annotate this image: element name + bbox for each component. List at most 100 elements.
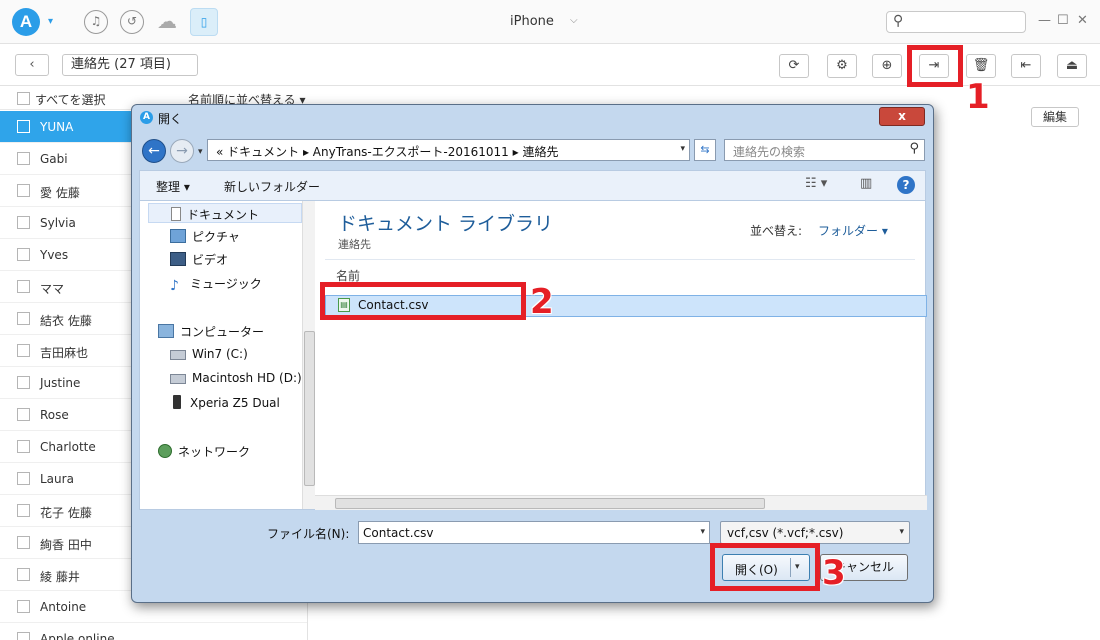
contact-checkbox[interactable]: [17, 344, 30, 357]
settings-button[interactable]: ⚙: [827, 54, 857, 78]
folder-search-input[interactable]: 連絡先の検索 ⚲: [724, 139, 925, 161]
contact-name: 愛 佐藤: [40, 186, 80, 200]
contact-name: ママ: [40, 282, 65, 296]
file-list-scroll-thumb[interactable]: [335, 498, 765, 509]
filetype-dropdown-icon: ▾: [899, 527, 904, 537]
nav-item-documents[interactable]: ドキュメント: [148, 203, 302, 223]
column-divider: [325, 259, 915, 260]
nav-item-computer[interactable]: コンピューター: [158, 323, 264, 340]
nav-item-macintosh-drive[interactable]: Macintosh HD (D:): [170, 371, 302, 385]
back-button[interactable]: ‹: [15, 54, 49, 76]
contact-checkbox[interactable]: [17, 440, 30, 453]
cloud-icon[interactable]: ☁: [155, 10, 179, 34]
contact-checkbox[interactable]: [17, 184, 30, 197]
nav-item-xperia[interactable]: Xperia Z5 Dual: [170, 395, 280, 410]
phone-icon[interactable]: ▯: [190, 8, 218, 36]
contact-checkbox[interactable]: [17, 632, 30, 640]
contact-checkbox[interactable]: [17, 376, 30, 389]
nav-back-button[interactable]: ←: [142, 139, 166, 163]
export-to-device-button[interactable]: ⇤: [1011, 54, 1041, 78]
contact-checkbox[interactable]: [17, 152, 30, 165]
refresh-button[interactable]: ⟳: [779, 54, 809, 78]
contact-checkbox[interactable]: [17, 600, 30, 613]
dialog-command-bar: 整理 ▾ 新しいフォルダー ☷ ▾ ▥ ?: [139, 170, 926, 200]
contact-name: Antoine: [40, 600, 87, 614]
minimize-icon[interactable]: —: [1038, 13, 1051, 28]
nav-pane-scroll-thumb[interactable]: [304, 331, 315, 486]
contact-checkbox[interactable]: [17, 280, 30, 293]
nav-pane-scrollbar[interactable]: [302, 201, 315, 509]
contact-name: Charlotte: [40, 440, 96, 454]
history-icon[interactable]: ↺: [120, 10, 144, 34]
contact-checkbox[interactable]: [17, 120, 30, 133]
nav-item-pictures[interactable]: ピクチャ: [170, 228, 240, 245]
picture-icon: [170, 229, 186, 243]
new-folder-button[interactable]: 新しいフォルダー: [224, 178, 320, 195]
filename-value: Contact.csv: [363, 526, 434, 540]
contact-checkbox[interactable]: [17, 472, 30, 485]
organize-button[interactable]: 整理 ▾: [156, 178, 190, 195]
step-number-3: 3: [822, 553, 846, 593]
app-top-bar: A ▾ ♫ ↺ ☁ ▯ iPhone ⌵ ⚲ — ☐ ✕: [0, 0, 1100, 44]
search-input[interactable]: ⚲: [886, 11, 1026, 33]
contact-checkbox[interactable]: [17, 408, 30, 421]
arrange-by-label: 並べ替え:: [750, 224, 803, 238]
close-icon[interactable]: ✕: [1077, 13, 1088, 28]
arrange-by-dropdown[interactable]: フォルダー ▾: [818, 222, 888, 239]
contact-checkbox[interactable]: [17, 216, 30, 229]
contact-name: 吉田麻也: [40, 346, 89, 360]
filename-input[interactable]: Contact.csv ▾: [358, 521, 710, 544]
contact-checkbox[interactable]: [17, 312, 30, 325]
device-title[interactable]: iPhone: [510, 14, 554, 29]
device-chevron-icon[interactable]: ⌵: [570, 15, 578, 26]
add-button[interactable]: ⊕: [872, 54, 902, 78]
help-icon[interactable]: ?: [897, 176, 915, 194]
address-refresh-button[interactable]: ⇆: [694, 139, 716, 161]
nav-label: ピクチャ: [192, 230, 240, 244]
anytrans-logo-icon[interactable]: A: [12, 8, 40, 36]
delete-button[interactable]: 🗑: [966, 54, 996, 78]
highlight-box-step2: [320, 282, 526, 320]
filename-label: ファイル名(N):: [267, 527, 350, 541]
preview-pane-icon[interactable]: ▥: [860, 176, 872, 191]
maximize-icon[interactable]: ☐: [1057, 13, 1069, 28]
search-icon: ⚲: [893, 13, 904, 29]
nav-history-dropdown[interactable]: ▾: [198, 147, 203, 157]
phone-icon: [173, 395, 181, 409]
nav-label: コンピューター: [180, 325, 265, 339]
nav-label: Win7 (C:): [192, 347, 248, 361]
category-select[interactable]: 連絡先 (27 項目): [62, 54, 198, 76]
contact-checkbox[interactable]: [17, 504, 30, 517]
nav-item-network[interactable]: ネットワーク: [158, 443, 250, 460]
edit-button[interactable]: 編集: [1031, 107, 1079, 127]
library-title: ドキュメント ライブラリ: [338, 213, 554, 235]
nav-item-music[interactable]: ♪ ミュージック: [170, 275, 262, 294]
filetype-select[interactable]: vcf,csv (*.vcf;*.csv) ▾: [720, 521, 910, 544]
nav-item-win7-drive[interactable]: Win7 (C:): [170, 347, 248, 361]
nav-label: ビデオ: [192, 253, 229, 267]
address-bar[interactable]: « ドキュメント ▸ AnyTrans-エクスポート-20161011 ▸ 連絡…: [207, 139, 690, 161]
music-icon[interactable]: ♫: [84, 10, 108, 34]
nav-label: ミュージック: [190, 277, 262, 291]
contact-row[interactable]: Apple online: [0, 623, 307, 640]
address-dropdown-icon[interactable]: ▾: [680, 144, 685, 154]
dialog-body: ドキュメント ピクチャ ビデオ ♪ ミュージック コンピューター Win7 (C:…: [139, 200, 927, 510]
contact-checkbox[interactable]: [17, 568, 30, 581]
nav-item-videos[interactable]: ビデオ: [170, 251, 228, 268]
contact-checkbox[interactable]: [17, 536, 30, 549]
filename-dropdown-icon[interactable]: ▾: [700, 527, 705, 537]
file-list-scrollbar[interactable]: [315, 495, 927, 510]
search-icon: ⚲: [909, 141, 919, 156]
contact-name: Yves: [40, 248, 69, 262]
view-options-icon[interactable]: ☷ ▾: [805, 176, 827, 191]
nav-label: Macintosh HD (D:): [192, 371, 302, 385]
select-all-label[interactable]: すべてを選択: [35, 91, 105, 108]
chevron-down-icon[interactable]: ▾: [48, 16, 53, 27]
document-icon: [171, 207, 181, 221]
select-all-checkbox[interactable]: [17, 92, 30, 105]
contact-checkbox[interactable]: [17, 248, 30, 261]
nav-forward-button[interactable]: →: [170, 139, 194, 163]
dialog-close-button[interactable]: x: [879, 107, 925, 126]
export-to-computer-button[interactable]: ⏏: [1057, 54, 1087, 78]
computer-icon: [158, 324, 174, 338]
